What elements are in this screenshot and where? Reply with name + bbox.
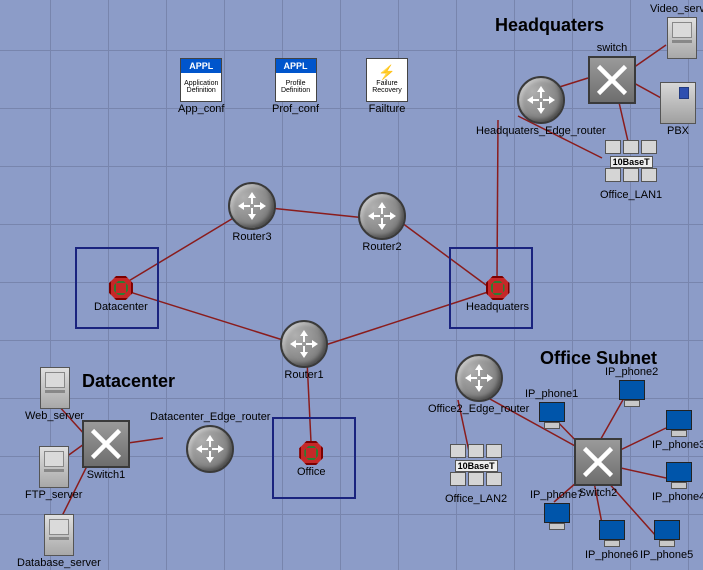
failure-label: Failture <box>369 104 406 115</box>
hq-edge-router[interactable]: Headquaters_Edge_router <box>476 76 606 137</box>
lan-icon: 10BaseT <box>450 444 502 492</box>
app-conf-object[interactable]: APPL ApplicationDefinition App_conf <box>178 58 224 115</box>
office-subnet-node[interactable]: Office <box>297 441 326 478</box>
ip-phone3[interactable]: IP_phone3 <box>652 410 703 451</box>
datacenter-subnet-label: Datacenter <box>94 302 148 313</box>
datacenter-edge-router[interactable]: Datacenter_Edge_router <box>150 412 270 473</box>
router2[interactable]: Router2 <box>358 192 406 253</box>
router2-label: Router2 <box>362 242 401 253</box>
web-server[interactable]: Web_server <box>25 367 84 422</box>
ip-phone7[interactable]: IP_phone7 <box>530 490 583 531</box>
datacenter-subnet[interactable]: Datacenter <box>94 276 148 313</box>
office-lan2[interactable]: 10BaseT Office_LAN2 <box>445 444 507 505</box>
office-subnet-label: Office <box>297 467 326 478</box>
ftp-server[interactable]: FTP_server <box>25 446 82 501</box>
hq-switch[interactable]: switch <box>588 43 636 104</box>
lan-icon: 10BaseT <box>605 140 657 188</box>
video-server[interactable]: Video_server <box>650 4 703 59</box>
video-server-label: Video_server <box>650 4 703 15</box>
dc-edge-label: Datacenter_Edge_router <box>150 412 270 423</box>
switch2-label: Switch2 <box>579 488 618 499</box>
router1-label: Router1 <box>284 370 323 381</box>
office-lan1[interactable]: 10BaseT Office_LAN1 <box>600 140 662 201</box>
appl-head: APPL <box>276 59 316 73</box>
ip-phone4[interactable]: IP_phone4 <box>652 462 703 503</box>
hq-switch-label: switch <box>597 43 628 54</box>
hq-edge-label: Headquaters_Edge_router <box>476 126 606 137</box>
failure-object[interactable]: ⚡ FailureRecovery Failture <box>366 58 408 115</box>
web-server-label: Web_server <box>25 411 84 422</box>
pbx-label: PBX <box>667 126 689 137</box>
database-server[interactable]: Database_server <box>17 514 101 569</box>
ip-phone5[interactable]: IP_phone5 <box>640 520 693 561</box>
router1[interactable]: Router1 <box>280 320 328 381</box>
office-lan2-label: Office_LAN2 <box>445 494 507 505</box>
datacenter-switch[interactable]: Switch1 <box>82 420 130 481</box>
ip-phone1[interactable]: IP_phone1 <box>525 389 578 430</box>
dc-title: Datacenter <box>82 371 175 392</box>
app-conf-label: App_conf <box>178 104 224 115</box>
office-lan1-label: Office_LAN1 <box>600 190 662 201</box>
hq-subnet[interactable]: Headquaters <box>466 276 529 313</box>
office2-edge-router[interactable]: Office2_Edge_router <box>428 354 529 415</box>
ip-phone2[interactable]: IP_phone2 <box>605 367 658 408</box>
prof-conf-object[interactable]: APPL ProfileDefinition Prof_conf <box>272 58 319 115</box>
appl-icon: APPL ProfileDefinition <box>275 58 317 102</box>
prof-conf-label: Prof_conf <box>272 104 319 115</box>
failure-icon: ⚡ FailureRecovery <box>366 58 408 102</box>
hq-title: Headquaters <box>495 15 604 36</box>
router3[interactable]: Router3 <box>228 182 276 243</box>
appl-head: APPL <box>181 59 221 73</box>
datacenter-switch-label: Switch1 <box>87 470 126 481</box>
ftp-server-label: FTP_server <box>25 490 82 501</box>
office2-edge-label: Office2_Edge_router <box>428 404 529 415</box>
database-server-label: Database_server <box>17 558 101 569</box>
pbx[interactable]: PBX <box>660 82 696 137</box>
hq-subnet-label: Headquaters <box>466 302 529 313</box>
appl-icon: APPL ApplicationDefinition <box>180 58 222 102</box>
router3-label: Router3 <box>232 232 271 243</box>
ip-phone6[interactable]: IP_phone6 <box>585 520 638 561</box>
